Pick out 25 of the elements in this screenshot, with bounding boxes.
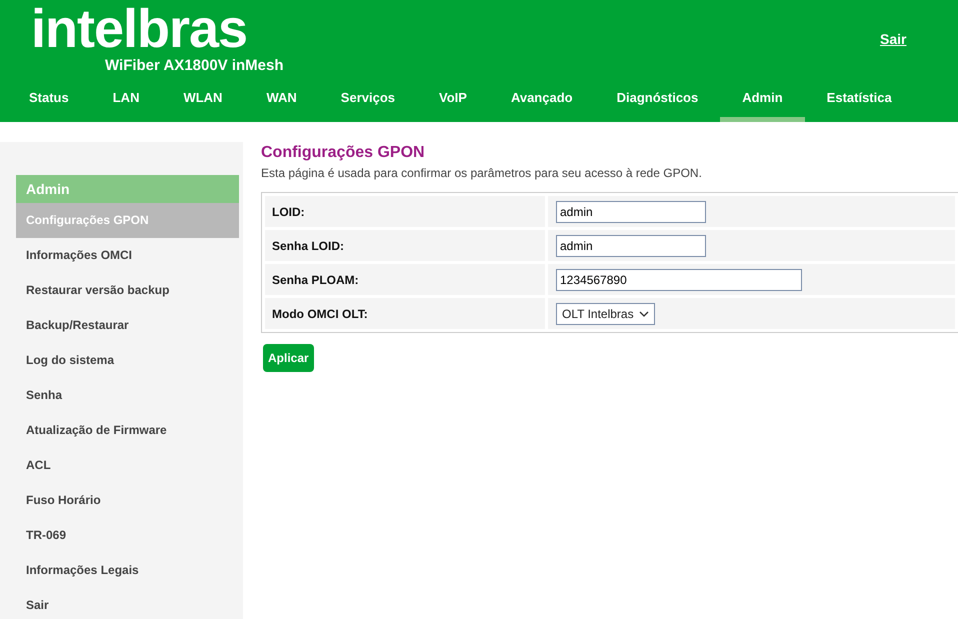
- sidebar-item[interactable]: Senha: [16, 378, 239, 412]
- field-label: Modo OMCI OLT:: [265, 298, 545, 329]
- page-description: Esta página é usada para confirmar os parâmetros para seu acesso à rede GPON.: [261, 166, 703, 180]
- input-field[interactable]: 1234567890: [556, 268, 802, 290]
- input-field[interactable]: admin: [556, 234, 706, 256]
- sidebar-item[interactable]: ACL: [16, 447, 239, 482]
- sidebar-item[interactable]: Atualização de Firmware: [16, 412, 239, 448]
- field-label: LOID:: [265, 196, 545, 227]
- sidebar-item[interactable]: Informações Legais: [16, 552, 239, 588]
- field-label: Senha LOID:: [265, 230, 545, 261]
- select-dropdown[interactable]: OLT Intelbras: [556, 302, 655, 324]
- sidebar-item[interactable]: Fuso Horário: [16, 482, 239, 518]
- field-label: Senha PLOAM:: [265, 264, 545, 295]
- model-name: WiFiber AX1800V inMesh: [105, 57, 284, 74]
- sidebar-item[interactable]: Sair: [16, 587, 239, 619]
- input-field[interactable]: admin: [556, 200, 706, 222]
- sidebar-item[interactable]: Log do sistema: [16, 342, 239, 378]
- sidebar-item[interactable]: Restaurar versão backup: [16, 272, 239, 308]
- chevron-down-icon: [638, 310, 649, 316]
- brand-logo: intelbras: [31, 0, 248, 59]
- sidebar-title: Admin: [16, 175, 239, 203]
- sidebar-item[interactable]: Backup/Restaurar: [16, 308, 239, 343]
- page-title: Configurações GPON: [261, 144, 426, 162]
- sidebar-item[interactable]: Informações OMCI: [16, 238, 239, 273]
- sidebar-item[interactable]: TR-069: [16, 517, 239, 552]
